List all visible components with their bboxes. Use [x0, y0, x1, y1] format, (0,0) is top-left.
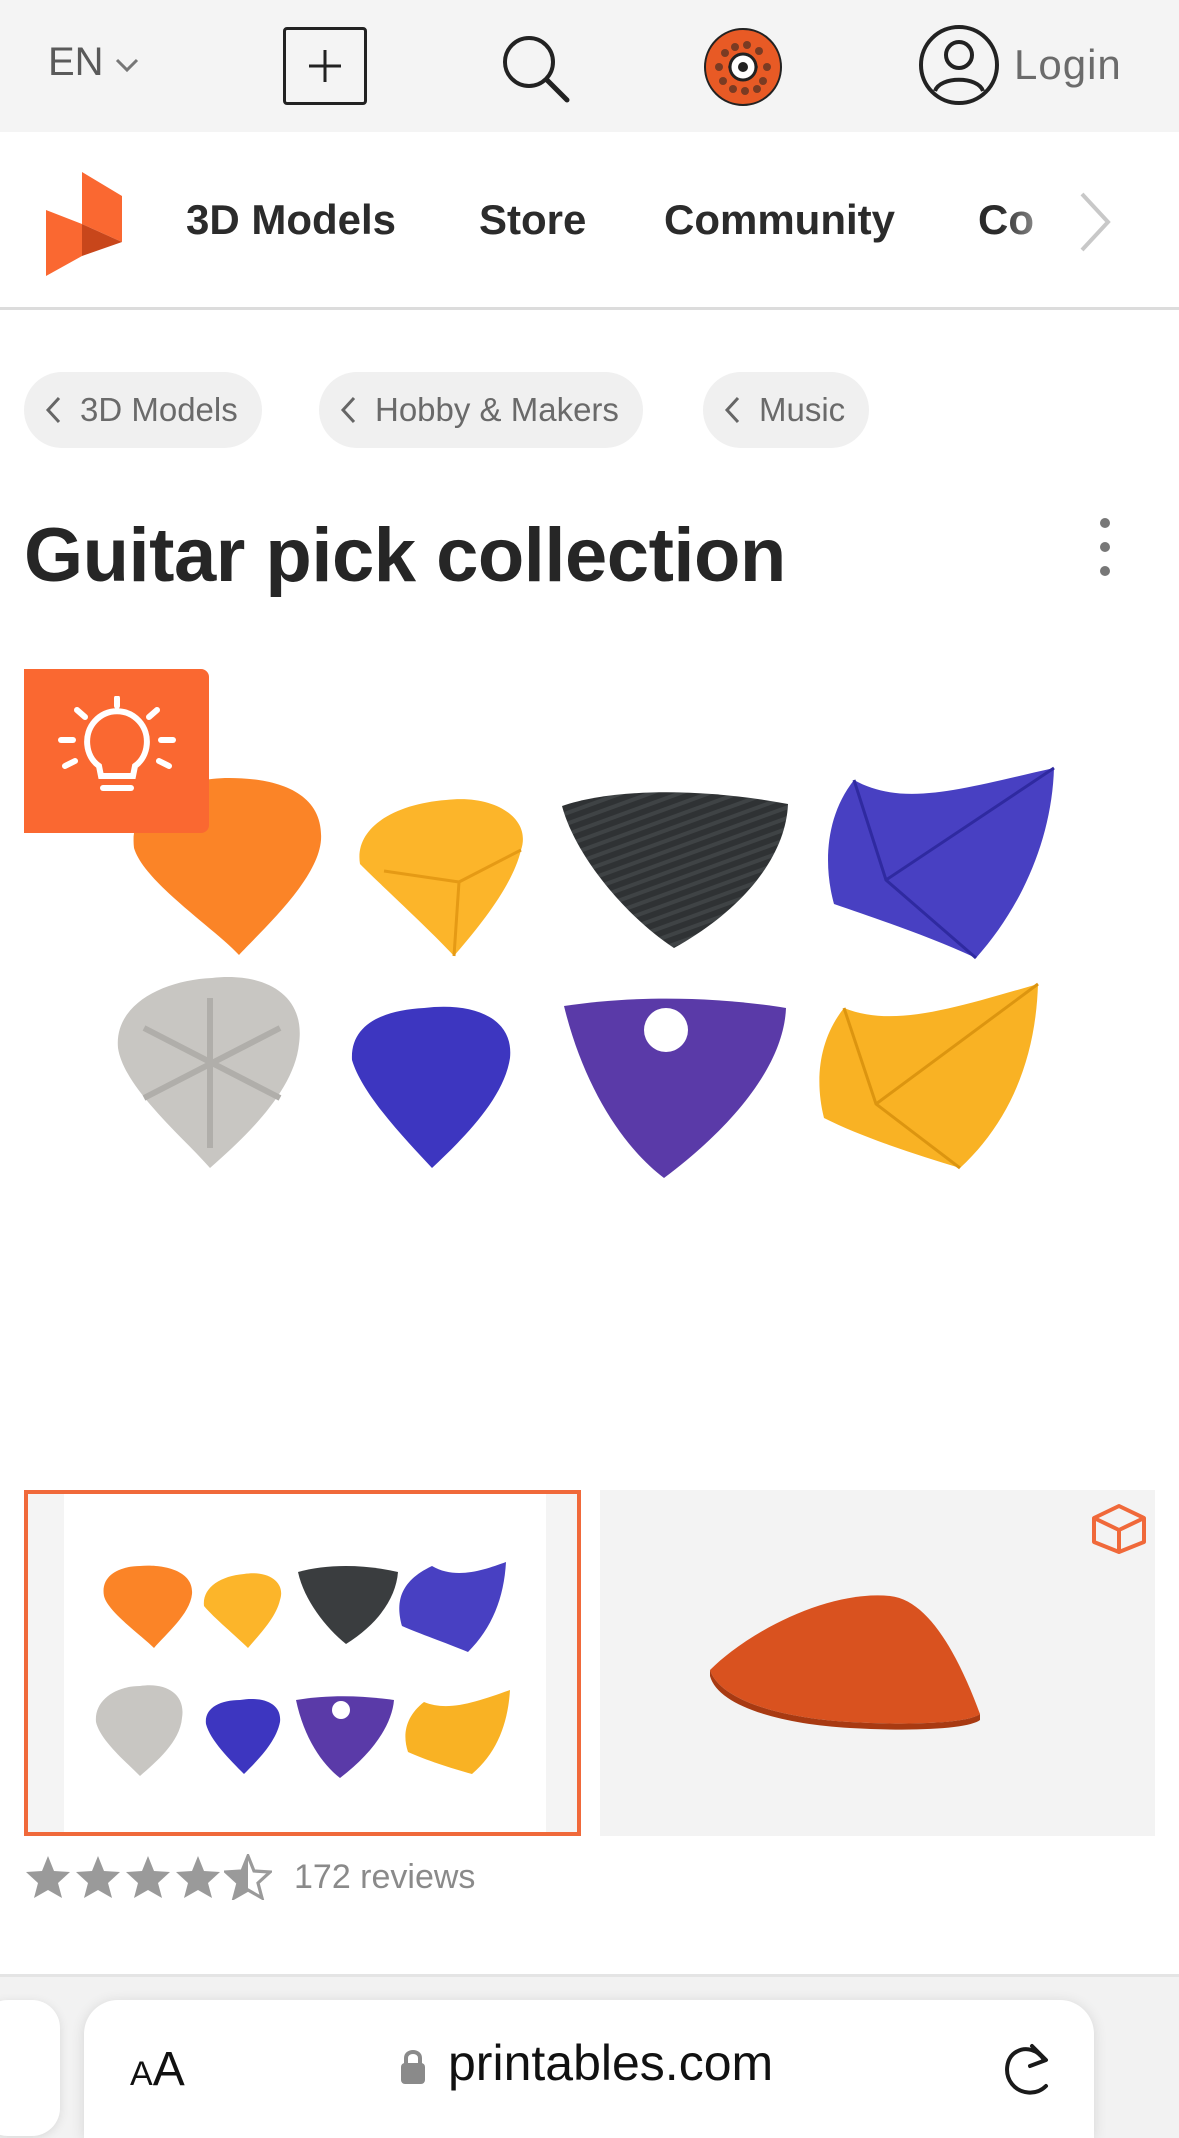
half-star-icon [224, 1854, 272, 1900]
add-model-button[interactable] [283, 27, 367, 105]
star-icon [176, 1856, 220, 1898]
3d-cube-icon [1092, 1504, 1146, 1554]
lightbulb-icon [24, 669, 209, 833]
printables-logo[interactable] [46, 172, 122, 276]
search-icon [503, 36, 570, 103]
chevron-down-icon [115, 58, 138, 72]
breadcrumb-3d-models[interactable]: 3D Models [24, 372, 262, 448]
gallery-thumbnail-1[interactable] [24, 1490, 581, 1836]
previous-tab-edge[interactable] [0, 2000, 60, 2136]
yellow-wing-pick [819, 984, 1038, 1168]
chevron-left-icon [724, 396, 740, 424]
reload-icon[interactable] [1000, 2040, 1056, 2098]
filament-spool-icon [704, 28, 782, 106]
nav-item-community[interactable]: Community [664, 196, 895, 244]
reviews-count[interactable]: 172 reviews [294, 1858, 475, 1897]
breadcrumb-label: Hobby & Makers [375, 391, 619, 428]
text-size-button[interactable]: AA [130, 2042, 185, 2097]
star-icon [26, 1856, 70, 1898]
yellow-pick [359, 799, 523, 956]
black-pick [562, 792, 788, 948]
nav-scroll-fade [1000, 152, 1080, 292]
breadcrumb-hobby-makers[interactable]: Hobby & Makers [319, 372, 643, 448]
language-label: EN [48, 40, 104, 84]
blue-pick [351, 1006, 511, 1168]
more-options-icon[interactable] [1085, 512, 1125, 582]
language-selector[interactable]: EN [48, 40, 140, 85]
browser-toolbar: AA printables.com [0, 1977, 1179, 2138]
chevron-left-icon [340, 396, 356, 424]
gallery-thumbnail-3d-preview[interactable] [600, 1490, 1155, 1836]
search-button[interactable] [495, 28, 575, 108]
page-title: Guitar pick collection [24, 513, 786, 598]
star-rating [24, 1854, 272, 1900]
nav-item-3d-models[interactable]: 3D Models [186, 196, 396, 244]
chevron-right-icon[interactable] [1076, 188, 1116, 256]
user-icon [919, 25, 999, 105]
rating-summary[interactable]: 172 reviews [24, 1854, 475, 1900]
breadcrumb-label: Music [759, 391, 846, 428]
top-utility-bar: EN Login [0, 0, 1179, 132]
url-text: printables.com [448, 2035, 774, 2091]
star-icon [76, 1856, 120, 1898]
breadcrumb-music[interactable]: Music [703, 372, 870, 448]
nav-item-store[interactable]: Store [479, 196, 586, 244]
main-navigation: 3D Models Store Community Co [0, 132, 1179, 310]
lock-icon [401, 2050, 425, 2084]
filament-spool-button[interactable] [703, 27, 783, 107]
plus-icon [309, 50, 341, 82]
star-icon [126, 1856, 170, 1898]
chevron-left-icon [45, 396, 61, 424]
login-label: Login [1014, 41, 1122, 88]
breadcrumb-label: 3D Models [80, 391, 238, 428]
login-button[interactable]: Login [918, 22, 1122, 108]
address-bar[interactable]: AA printables.com [84, 2000, 1094, 2138]
